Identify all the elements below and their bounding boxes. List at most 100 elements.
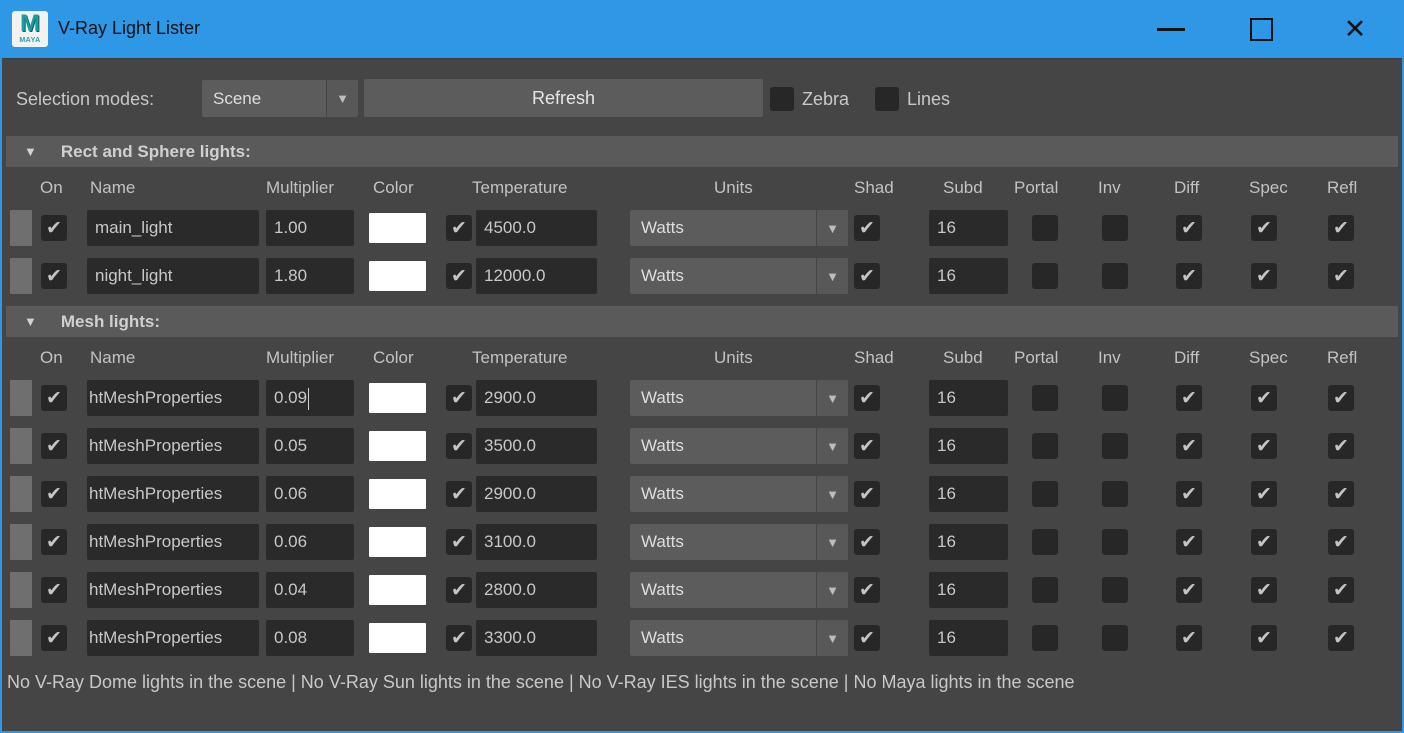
reflections-checkbox[interactable]: ✔	[1328, 263, 1354, 289]
units-dropdown[interactable]: Watts ▼	[630, 524, 848, 560]
invisible-checkbox[interactable]	[1102, 625, 1128, 651]
color-swatch[interactable]	[369, 479, 426, 509]
row-drag-handle[interactable]	[10, 428, 32, 464]
subd-input[interactable]: 16	[929, 428, 1008, 464]
lines-checkbox[interactable]	[875, 87, 899, 111]
units-dropdown[interactable]: Watts ▼	[630, 620, 848, 656]
units-dropdown[interactable]: Watts ▼	[630, 210, 848, 246]
diffuse-checkbox[interactable]: ✔	[1176, 625, 1202, 651]
row-drag-handle[interactable]	[10, 258, 32, 294]
row-drag-handle[interactable]	[10, 620, 32, 656]
temperature-input[interactable]: 2900.0	[476, 476, 597, 512]
selection-mode-dropdown[interactable]: Scene ▼	[202, 80, 358, 117]
invisible-checkbox[interactable]	[1102, 529, 1128, 555]
name-input[interactable]: htMeshProperties	[87, 428, 259, 464]
reflections-checkbox[interactable]: ✔	[1328, 385, 1354, 411]
on-checkbox[interactable]: ✔	[41, 481, 67, 507]
section-header[interactable]: ▼ Rect and Sphere lights:	[6, 136, 1398, 167]
portal-checkbox[interactable]	[1032, 385, 1058, 411]
specular-checkbox[interactable]: ✔	[1251, 263, 1277, 289]
temperature-input[interactable]: 12000.0	[476, 258, 597, 294]
row-drag-handle[interactable]	[10, 476, 32, 512]
on-checkbox[interactable]: ✔	[41, 215, 67, 241]
invisible-checkbox[interactable]	[1102, 215, 1128, 241]
reflections-checkbox[interactable]: ✔	[1328, 215, 1354, 241]
reflections-checkbox[interactable]: ✔	[1328, 625, 1354, 651]
multiplier-input[interactable]: 0.06	[266, 476, 354, 512]
subd-input[interactable]: 16	[929, 524, 1008, 560]
color-swatch[interactable]	[369, 623, 426, 653]
units-dropdown[interactable]: Watts ▼	[630, 380, 848, 416]
temperature-checkbox[interactable]: ✔	[446, 263, 472, 289]
invisible-checkbox[interactable]	[1102, 481, 1128, 507]
chevron-down-icon[interactable]: ▼	[816, 524, 848, 560]
temperature-input[interactable]: 2800.0	[476, 572, 597, 608]
specular-checkbox[interactable]: ✔	[1251, 215, 1277, 241]
specular-checkbox[interactable]: ✔	[1251, 433, 1277, 459]
shadows-checkbox[interactable]: ✔	[854, 529, 880, 555]
multiplier-input[interactable]: 0.04	[266, 572, 354, 608]
subd-input[interactable]: 16	[929, 572, 1008, 608]
invisible-checkbox[interactable]	[1102, 385, 1128, 411]
multiplier-input[interactable]: 1.80	[266, 258, 354, 294]
diffuse-checkbox[interactable]: ✔	[1176, 481, 1202, 507]
units-dropdown[interactable]: Watts ▼	[630, 572, 848, 608]
specular-checkbox[interactable]: ✔	[1251, 529, 1277, 555]
multiplier-input[interactable]: 0.06	[266, 524, 354, 560]
temperature-input[interactable]: 2900.0	[476, 380, 597, 416]
color-swatch[interactable]	[369, 575, 426, 605]
specular-checkbox[interactable]: ✔	[1251, 385, 1277, 411]
multiplier-input[interactable]: 1.00	[266, 210, 354, 246]
subd-input[interactable]: 16	[929, 210, 1008, 246]
maximize-button[interactable]	[1225, 0, 1297, 58]
section-header[interactable]: ▼ Mesh lights:	[6, 306, 1398, 337]
invisible-checkbox[interactable]	[1102, 577, 1128, 603]
portal-checkbox[interactable]	[1032, 433, 1058, 459]
chevron-down-icon[interactable]: ▼	[816, 258, 848, 294]
name-input[interactable]: htMeshProperties	[87, 572, 259, 608]
chevron-down-icon[interactable]: ▼	[326, 80, 358, 117]
shadows-checkbox[interactable]: ✔	[854, 481, 880, 507]
chevron-down-icon[interactable]: ▼	[816, 428, 848, 464]
temperature-input[interactable]: 3500.0	[476, 428, 597, 464]
specular-checkbox[interactable]: ✔	[1251, 625, 1277, 651]
units-dropdown[interactable]: Watts ▼	[630, 428, 848, 464]
temperature-input[interactable]: 3100.0	[476, 524, 597, 560]
subd-input[interactable]: 16	[929, 476, 1008, 512]
shadows-checkbox[interactable]: ✔	[854, 625, 880, 651]
portal-checkbox[interactable]	[1032, 529, 1058, 555]
reflections-checkbox[interactable]: ✔	[1328, 433, 1354, 459]
row-drag-handle[interactable]	[10, 572, 32, 608]
specular-checkbox[interactable]: ✔	[1251, 481, 1277, 507]
on-checkbox[interactable]: ✔	[41, 625, 67, 651]
temperature-checkbox[interactable]: ✔	[446, 529, 472, 555]
refresh-button[interactable]: Refresh	[364, 79, 763, 117]
chevron-down-icon[interactable]: ▼	[816, 476, 848, 512]
subd-input[interactable]: 16	[929, 620, 1008, 656]
name-input[interactable]: htMeshProperties	[87, 476, 259, 512]
name-input[interactable]: night_light	[87, 258, 259, 294]
name-input[interactable]: htMeshProperties	[87, 380, 259, 416]
portal-checkbox[interactable]	[1032, 481, 1058, 507]
diffuse-checkbox[interactable]: ✔	[1176, 385, 1202, 411]
collapse-arrow-icon[interactable]: ▼	[24, 314, 37, 329]
diffuse-checkbox[interactable]: ✔	[1176, 215, 1202, 241]
portal-checkbox[interactable]	[1032, 577, 1058, 603]
temperature-input[interactable]: 3300.0	[476, 620, 597, 656]
name-input[interactable]: htMeshProperties	[87, 524, 259, 560]
chevron-down-icon[interactable]: ▼	[816, 572, 848, 608]
on-checkbox[interactable]: ✔	[41, 433, 67, 459]
row-drag-handle[interactable]	[10, 524, 32, 560]
on-checkbox[interactable]: ✔	[41, 263, 67, 289]
multiplier-input[interactable]: 0.05	[266, 428, 354, 464]
units-dropdown[interactable]: Watts ▼	[630, 258, 848, 294]
shadows-checkbox[interactable]: ✔	[854, 433, 880, 459]
chevron-down-icon[interactable]: ▼	[816, 210, 848, 246]
shadows-checkbox[interactable]: ✔	[854, 215, 880, 241]
temperature-checkbox[interactable]: ✔	[446, 215, 472, 241]
diffuse-checkbox[interactable]: ✔	[1176, 433, 1202, 459]
reflections-checkbox[interactable]: ✔	[1328, 481, 1354, 507]
invisible-checkbox[interactable]	[1102, 433, 1128, 459]
temperature-checkbox[interactable]: ✔	[446, 577, 472, 603]
temperature-input[interactable]: 4500.0	[476, 210, 597, 246]
